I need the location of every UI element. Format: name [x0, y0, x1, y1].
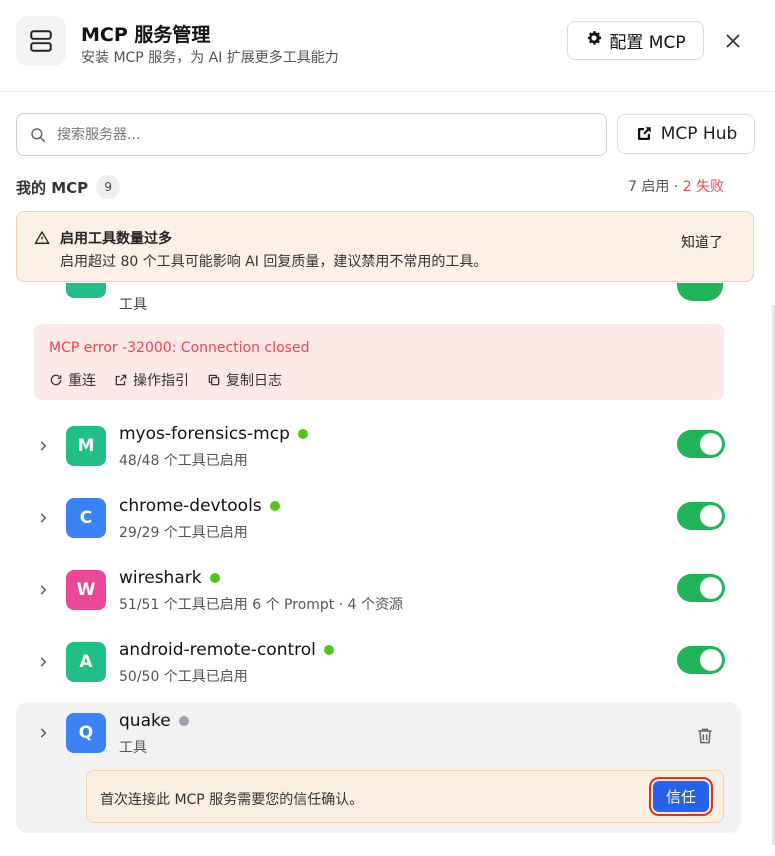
failed-count: 2 失败: [682, 179, 725, 195]
enabled-count: 7 启用 ·: [628, 179, 683, 195]
guide-button[interactable]: 操作指引: [114, 370, 189, 390]
config-mcp-button[interactable]: 配置 MCP: [567, 21, 704, 60]
page-subtitle: 安装 MCP 服务，为 AI 扩展更多工具能力: [81, 50, 339, 66]
trust-button[interactable]: 信任: [649, 777, 713, 816]
config-mcp-label: 配置 MCP: [609, 33, 686, 53]
server-subtitle: 29/29 个工具已启用: [119, 525, 248, 541]
status-dot: [178, 716, 189, 726]
server-name-group: android-remote-control: [119, 640, 334, 660]
warning-text: 启用超过 80 个工具可能影响 AI 回复质量，建议禁用不常用的工具。: [60, 254, 488, 270]
warning-banner: 启用工具数量过多 启用超过 80 个工具可能影响 AI 回复质量，建议禁用不常用…: [16, 211, 754, 282]
status-dot: [269, 501, 280, 511]
trust-panel: 首次连接此 MCP 服务需要您的信任确认。 信任: [86, 770, 724, 823]
server-name-group: myos-forensics-mcp: [119, 424, 308, 444]
server-toggle[interactable]: [677, 646, 725, 674]
server-name-group: wireshark: [119, 568, 220, 588]
trust-message: 首次连接此 MCP 服务需要您的信任确认。: [100, 792, 364, 808]
chevron-right-icon[interactable]: [36, 655, 50, 669]
refresh-icon: [50, 374, 62, 386]
server-name: android-remote-control: [119, 640, 316, 660]
server-row-myos-forensics-mcp[interactable]: M myos-forensics-mcp 48/48 个工具已启用: [16, 415, 741, 481]
dismiss-button[interactable]: 知道了: [681, 232, 723, 252]
server-toggle[interactable]: [677, 502, 725, 530]
chevron-right-icon[interactable]: [36, 726, 50, 740]
server-name: myos-forensics-mcp: [119, 424, 290, 444]
external-link-icon: [115, 374, 127, 386]
server-subtitle: 工具: [119, 297, 147, 313]
server-name: wireshark: [119, 568, 202, 588]
reconnect-label: 重连: [68, 373, 96, 389]
server-row-chrome-devtools[interactable]: C chrome-devtools 29/29 个工具已启用: [16, 487, 741, 553]
server-toggle[interactable]: [677, 430, 725, 458]
server-subtitle: 工具: [119, 740, 147, 756]
copy-log-button[interactable]: 复制日志: [207, 370, 282, 390]
toggle-knob: [700, 649, 722, 671]
status-dot: [297, 429, 308, 439]
search-input[interactable]: [57, 126, 577, 143]
copy-icon: [208, 374, 220, 386]
mcp-hub-button[interactable]: MCP Hub: [617, 114, 755, 154]
toggle-knob: [700, 505, 722, 527]
quake-header: Q quake 工具: [16, 702, 741, 768]
header: MCP 服务管理 安装 MCP 服务，为 AI 扩展更多工具能力 配置 MCP: [0, 0, 775, 92]
avatar: [66, 283, 106, 298]
warning-title: 启用工具数量过多: [60, 231, 172, 247]
server-row-android-remote-control[interactable]: A android-remote-control 50/50 个工具已启用: [16, 631, 741, 697]
server-row-wireshark[interactable]: W wireshark 51/51 个工具已启用 6 个 Prompt · 4 …: [16, 559, 741, 625]
search-icon: [31, 127, 46, 142]
trash-icon[interactable]: [695, 726, 715, 746]
error-message: MCP error -32000: Connection closed: [49, 340, 310, 356]
copy-log-label: 复制日志: [226, 373, 282, 389]
mcp-hub-label: MCP Hub: [660, 124, 738, 144]
chevron-right-icon[interactable]: [36, 511, 50, 525]
server-name: chrome-devtools: [119, 496, 262, 516]
toggle-knob: [700, 433, 722, 455]
external-link-icon: [637, 127, 651, 140]
avatar: Q: [66, 713, 106, 753]
error-actions: 重连 操作指引 复制日志: [49, 370, 282, 390]
avatar: A: [66, 642, 106, 682]
close-button[interactable]: [722, 30, 744, 52]
search-box: [16, 113, 607, 156]
error-panel: MCP error -32000: Connection closed 重连 操…: [34, 324, 724, 400]
toggle-knob: [700, 577, 722, 599]
status-summary: 7 启用 · 2 失败: [628, 176, 724, 196]
chevron-right-icon[interactable]: [36, 583, 50, 597]
server-row-quake[interactable]: Q quake 工具 首次连接此 MCP 服务需要您的信任确认。 信任: [16, 702, 741, 833]
server-subtitle: 50/50 个工具已启用: [119, 669, 248, 685]
server-name-group: chrome-devtools: [119, 496, 280, 516]
close-icon: [726, 34, 740, 48]
warning-icon: [34, 231, 50, 244]
server-list[interactable]: 工具 MCP error -32000: Connection closed 重…: [0, 283, 775, 856]
server-toggle[interactable]: [677, 283, 723, 301]
count-badge: 9: [96, 175, 121, 199]
avatar: M: [66, 426, 106, 466]
server-toggle[interactable]: [677, 574, 725, 602]
section-header: 我的 MCP 9: [16, 175, 121, 199]
server-subtitle: 48/48 个工具已启用: [119, 453, 248, 469]
status-dot: [209, 573, 220, 583]
server-subtitle: 51/51 个工具已启用 6 个 Prompt · 4 个资源: [119, 597, 403, 613]
reconnect-button[interactable]: 重连: [49, 370, 96, 390]
gear-icon: [585, 29, 603, 52]
server-name: quake: [119, 711, 171, 731]
page-title: MCP 服务管理: [81, 24, 211, 46]
server-name-group: quake: [119, 711, 189, 731]
chevron-right-icon[interactable]: [36, 439, 50, 453]
status-dot: [323, 645, 334, 655]
section-title: 我的 MCP: [16, 178, 89, 197]
avatar: W: [66, 570, 106, 610]
avatar: C: [66, 498, 106, 538]
guide-label: 操作指引: [133, 373, 189, 389]
server-icon: [16, 16, 66, 66]
